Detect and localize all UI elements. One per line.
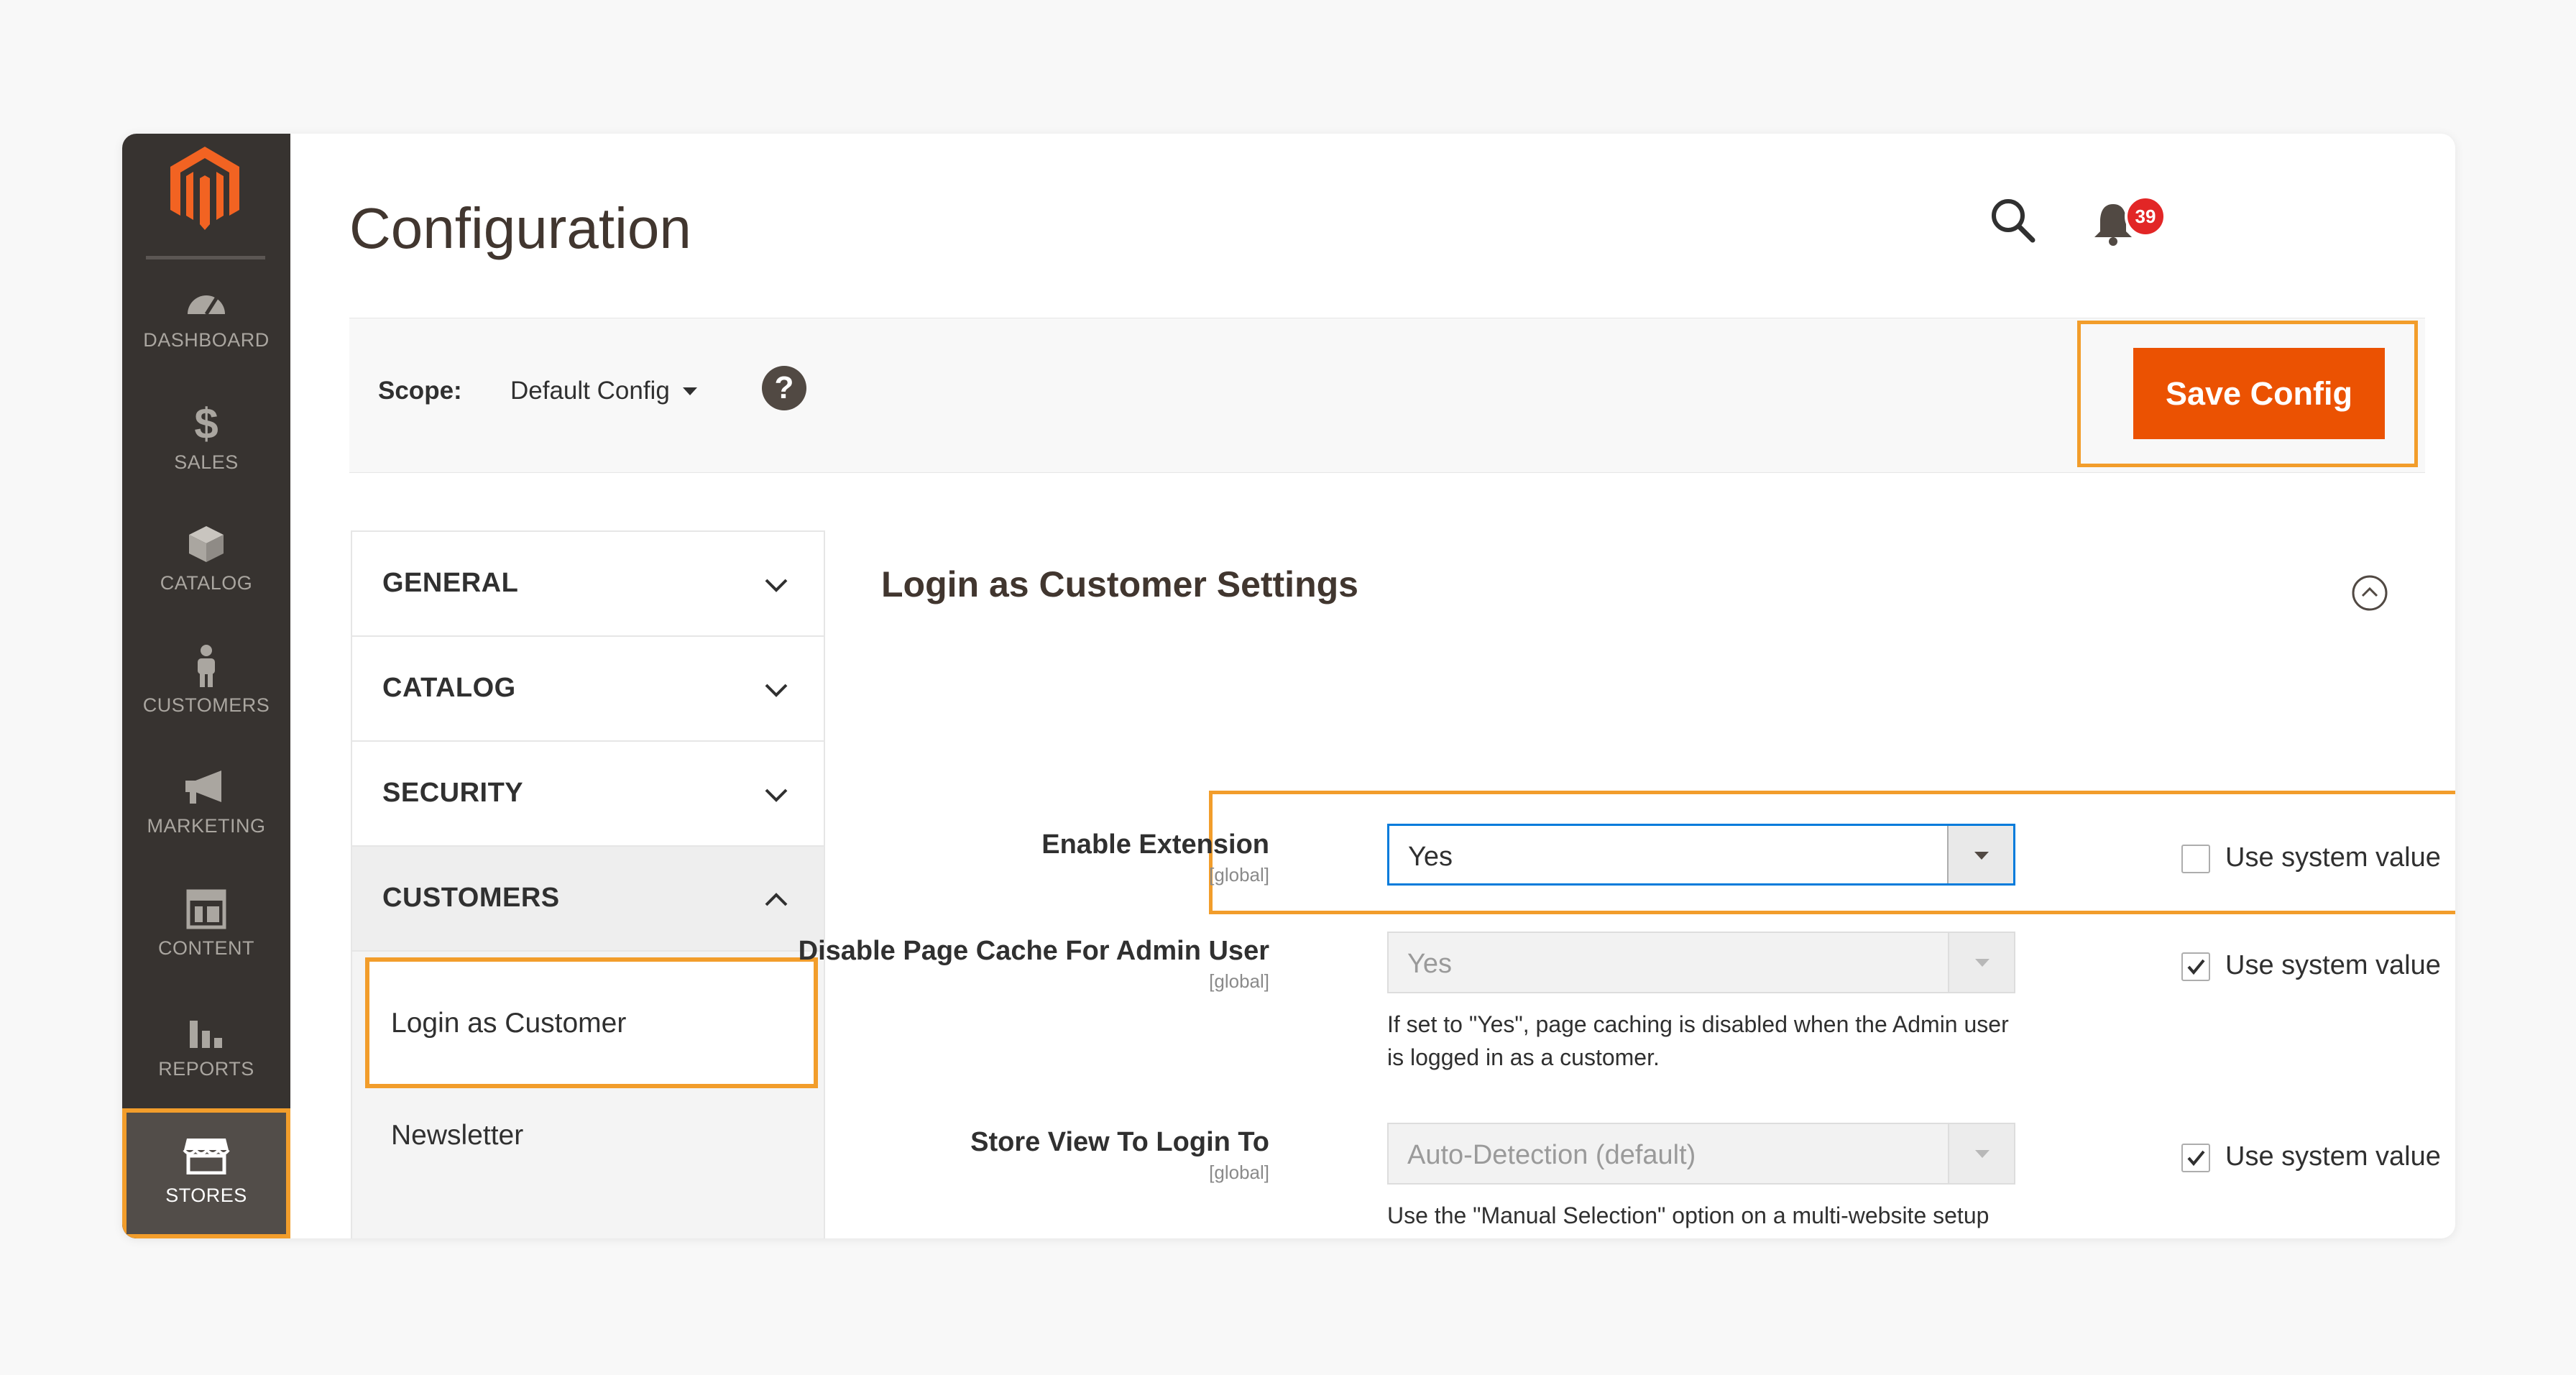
help-icon[interactable]: ? bbox=[762, 366, 806, 410]
tab-label: GENERAL bbox=[382, 568, 519, 598]
section-title[interactable]: Login as Customer Settings bbox=[881, 564, 1358, 605]
scope-label: Scope: bbox=[378, 377, 462, 405]
chevron-down-icon bbox=[765, 684, 788, 697]
select-value: Auto-Detection (default) bbox=[1407, 1140, 1696, 1170]
menu-item-dashboard[interactable]: DASHBOARD bbox=[122, 270, 290, 377]
admin-menu: DASHBOARD $ SALES CATALOG CUSTOMERS MARK… bbox=[122, 134, 290, 1238]
field-scope: [global] bbox=[1209, 970, 1269, 992]
select-value: Yes bbox=[1408, 842, 1453, 872]
menu-label: MARKETING bbox=[147, 815, 266, 837]
layout-icon bbox=[122, 888, 290, 930]
dollar-icon: $ bbox=[194, 399, 218, 448]
field-scope: [global] bbox=[1209, 864, 1269, 886]
tab-label: CUSTOMERS bbox=[382, 883, 560, 913]
use-system-value-checkbox[interactable] bbox=[2181, 952, 2210, 981]
select-value: Yes bbox=[1407, 949, 1452, 979]
menu-item-reports[interactable]: REPORTS bbox=[122, 999, 290, 1105]
menu-item-marketing[interactable]: MARKETING bbox=[122, 756, 290, 863]
enable-extension-select[interactable]: Yes bbox=[1387, 824, 2015, 886]
megaphone-icon bbox=[122, 766, 290, 808]
caret-down-icon bbox=[1948, 933, 2014, 992]
logo-divider bbox=[146, 256, 265, 259]
tab-general[interactable]: GENERAL bbox=[351, 530, 825, 637]
tab-item-label: Login as Customer bbox=[391, 1008, 627, 1039]
menu-item-catalog[interactable]: CATALOG bbox=[122, 513, 290, 620]
bar-chart-icon bbox=[122, 1009, 290, 1051]
use-system-value-label[interactable]: Use system value bbox=[2225, 1141, 2441, 1172]
box-icon bbox=[122, 523, 290, 565]
page-title: Configuration bbox=[349, 196, 691, 260]
caret-down-icon bbox=[1947, 826, 2013, 883]
menu-label: DASHBOARD bbox=[143, 329, 270, 351]
menu-item-customers[interactable]: CUSTOMERS bbox=[122, 635, 290, 742]
tab-label: CATALOG bbox=[382, 673, 516, 703]
scope-switcher[interactable]: Default Config bbox=[510, 377, 697, 405]
tab-catalog[interactable]: CATALOG bbox=[351, 635, 825, 742]
chevron-down-icon bbox=[765, 788, 788, 802]
menu-label: STORES bbox=[165, 1185, 247, 1206]
tab-item-newsletter[interactable]: Newsletter bbox=[391, 1120, 523, 1151]
tab-customers[interactable]: CUSTOMERS bbox=[351, 845, 825, 952]
menu-item-stores[interactable]: STORES bbox=[122, 1108, 290, 1238]
search-icon[interactable] bbox=[1990, 197, 2037, 244]
menu-item-content[interactable]: CONTENT bbox=[122, 878, 290, 985]
menu-label: REPORTS bbox=[158, 1058, 254, 1080]
field-label: Disable Page Cache For Admin User bbox=[798, 936, 1269, 966]
disable-page-cache-select[interactable]: Yes bbox=[1387, 932, 2015, 993]
person-icon bbox=[122, 645, 290, 687]
caret-down-icon bbox=[1948, 1124, 2014, 1183]
magento-logo[interactable] bbox=[165, 144, 245, 233]
menu-label: CATALOG bbox=[160, 572, 253, 594]
chevron-up-icon bbox=[765, 893, 788, 906]
chevron-down-icon bbox=[765, 579, 788, 592]
caret-down-icon bbox=[682, 387, 697, 395]
field-label: Enable Extension bbox=[1041, 829, 1269, 860]
dashboard-icon bbox=[122, 280, 290, 322]
save-config-button[interactable]: Save Config bbox=[2133, 348, 2385, 439]
scope-value: Default Config bbox=[510, 377, 670, 405]
menu-label: CONTENT bbox=[158, 937, 254, 959]
use-system-value-label[interactable]: Use system value bbox=[2225, 842, 2441, 873]
store-icon bbox=[122, 1134, 290, 1176]
tab-security[interactable]: SECURITY bbox=[351, 740, 825, 847]
field-note: Use the "Manual Selection" option on a m… bbox=[1387, 1202, 2018, 1238]
field-note: If set to "Yes", page caching is disable… bbox=[1387, 1011, 2009, 1070]
tab-item-login-as-customer[interactable]: Login as Customer bbox=[365, 957, 818, 1088]
checkmark-icon bbox=[2187, 959, 2205, 975]
use-system-value-label[interactable]: Use system value bbox=[2225, 950, 2441, 981]
notifications-count-badge: 39 bbox=[2125, 196, 2166, 237]
menu-item-sales[interactable]: $ SALES bbox=[122, 392, 290, 499]
menu-label: CUSTOMERS bbox=[142, 694, 270, 716]
use-system-value-checkbox[interactable] bbox=[2181, 1144, 2210, 1172]
use-system-value-checkbox[interactable] bbox=[2181, 845, 2210, 873]
tab-label: SECURITY bbox=[382, 778, 524, 808]
menu-label: SALES bbox=[174, 451, 239, 473]
collapse-section-icon[interactable] bbox=[2350, 574, 2389, 612]
admin-window: DASHBOARD $ SALES CATALOG CUSTOMERS MARK… bbox=[122, 134, 2455, 1238]
field-label: Store View To Login To bbox=[970, 1127, 1269, 1157]
store-view-select[interactable]: Auto-Detection (default) bbox=[1387, 1123, 2015, 1185]
checkmark-icon bbox=[2187, 1150, 2205, 1167]
field-scope: [global] bbox=[1209, 1162, 1269, 1183]
